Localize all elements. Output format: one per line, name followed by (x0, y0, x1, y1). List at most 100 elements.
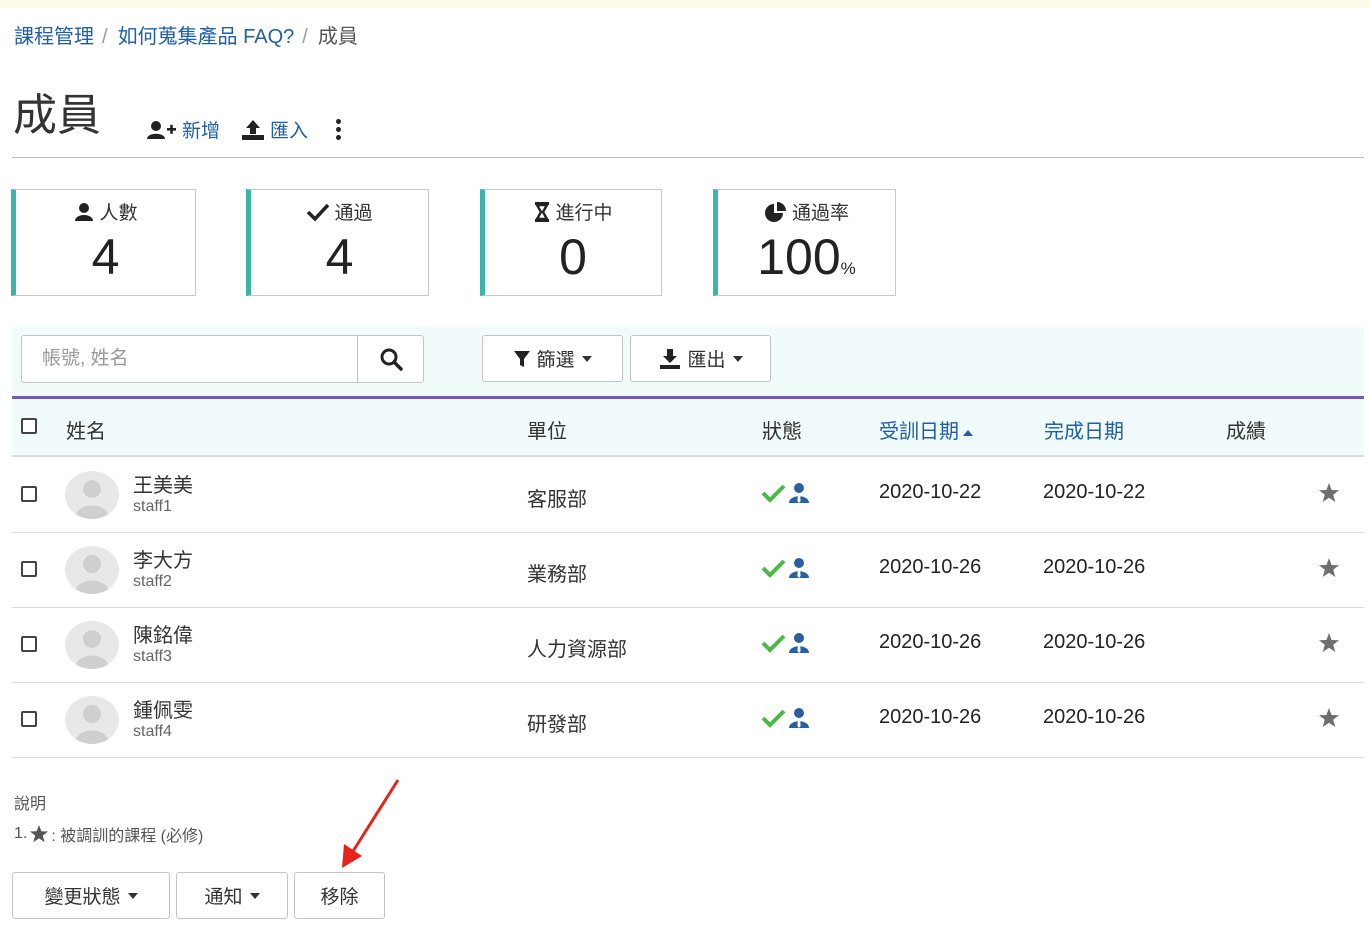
notify-button[interactable]: 通知 (176, 872, 288, 919)
notes-text: : 被調訓的課程 (必修) (51, 828, 204, 845)
breadcrumb-separator: / (302, 26, 308, 48)
user-plus-icon (147, 120, 176, 139)
member-account: staff3 (133, 648, 172, 665)
complete-date: 2020-10-22 (1043, 481, 1146, 503)
train-date: 2020-10-26 (879, 631, 982, 653)
check-icon (761, 559, 786, 578)
column-train-date[interactable]: 受訓日期 (879, 415, 973, 444)
avatar (65, 546, 119, 594)
member-account: staff2 (133, 573, 172, 590)
member-status (761, 632, 811, 654)
hourglass-icon (535, 201, 550, 222)
star-icon[interactable] (1318, 633, 1340, 653)
select-all-checkbox[interactable] (21, 418, 37, 434)
stat-label: 通過 (334, 203, 373, 224)
top-strip (0, 0, 1371, 8)
breadcrumb-separator: / (102, 26, 108, 48)
chevron-down-icon (249, 892, 260, 899)
chevron-down-icon (732, 355, 743, 362)
star-icon[interactable] (1318, 708, 1340, 728)
check-icon (761, 484, 786, 503)
train-date: 2020-10-26 (879, 556, 982, 578)
column-score: 成績 (1226, 421, 1266, 443)
breadcrumb: 課程管理 / 如何蒐集產品 FAQ? / 成員 (14, 20, 358, 49)
train-date: 2020-10-26 (879, 706, 982, 728)
member-status (761, 557, 811, 579)
more-options-icon[interactable] (336, 118, 342, 142)
column-name: 姓名 (66, 421, 106, 443)
row-checkbox[interactable] (21, 711, 37, 727)
breadcrumb-course-management[interactable]: 課程管理 (14, 26, 94, 48)
pie-chart-icon (764, 201, 786, 222)
stat-value: 4 (325, 229, 354, 285)
import-button[interactable]: 匯入 (240, 116, 308, 143)
star-icon[interactable] (1318, 558, 1340, 578)
stat-card-pass-rate: 通過率 100% (713, 189, 896, 296)
title-divider (12, 157, 1364, 158)
member-name[interactable]: 陳銘偉 (133, 619, 193, 648)
star-icon[interactable] (1318, 483, 1340, 503)
notify-label: 通知 (204, 887, 243, 908)
row-checkbox[interactable] (21, 486, 37, 502)
breadcrumb-course[interactable]: 如何蒐集產品 FAQ? (118, 26, 295, 48)
notes-prefix: 1. (14, 825, 28, 842)
member-status (761, 707, 811, 729)
check-icon (307, 203, 330, 222)
avatar (65, 621, 119, 669)
export-label: 匯出 (687, 350, 726, 371)
page-title: 成員 (13, 91, 101, 140)
change-status-button[interactable]: 變更狀態 (12, 872, 170, 919)
remove-label: 移除 (320, 887, 359, 908)
member-unit: 人力資源部 (527, 639, 627, 661)
table-row: 李大方 staff2 業務部 2020-10-26 2020-10-26 (12, 532, 1364, 608)
stat-label: 通過率 (791, 203, 849, 224)
filter-icon (514, 350, 531, 367)
stat-card-in-progress: 進行中 0 (480, 189, 662, 296)
member-name[interactable]: 鍾佩雯 (133, 694, 193, 723)
row-checkbox[interactable] (21, 561, 37, 577)
member-account: staff1 (133, 498, 172, 515)
assigned-user-icon (789, 558, 809, 578)
member-status (761, 482, 811, 504)
avatar (65, 471, 119, 519)
stat-card-count: 人數 4 (11, 189, 196, 296)
filter-label: 篩選 (536, 350, 575, 371)
complete-date: 2020-10-26 (1043, 706, 1146, 728)
stat-value: 0 (559, 229, 587, 285)
member-name[interactable]: 李大方 (133, 544, 193, 573)
export-button[interactable]: 匯出 (630, 335, 771, 382)
change-status-label: 變更狀態 (44, 887, 121, 908)
import-label: 匯入 (270, 121, 309, 142)
chevron-down-icon (581, 355, 592, 362)
avatar (65, 696, 119, 744)
table-row: 鍾佩雯 staff4 研發部 2020-10-26 2020-10-26 (12, 682, 1364, 758)
sort-asc-icon (963, 429, 973, 436)
complete-date: 2020-10-26 (1043, 631, 1146, 653)
column-complete-date[interactable]: 完成日期 (1044, 415, 1124, 444)
member-unit: 業務部 (527, 564, 587, 586)
annotation-arrow-icon (342, 779, 400, 868)
upload-icon (242, 119, 265, 140)
stat-card-passed: 通過 4 (246, 189, 429, 296)
search-button[interactable] (357, 335, 424, 383)
notes-line: 1. : 被調訓的課程 (必修) (14, 822, 203, 846)
search-input[interactable] (21, 335, 358, 383)
stat-label: 進行中 (555, 203, 613, 224)
filter-button[interactable]: 篩選 (482, 335, 623, 382)
notes-title: 說明 (14, 796, 47, 813)
row-checkbox[interactable] (21, 636, 37, 652)
add-member-button[interactable]: 新增 (146, 116, 220, 143)
assigned-user-icon (789, 633, 809, 653)
check-icon (761, 634, 786, 653)
stat-value: 100% (757, 229, 856, 285)
stat-label: 人數 (99, 203, 138, 224)
member-name[interactable]: 王美美 (133, 469, 193, 498)
member-unit: 客服部 (527, 489, 587, 511)
star-icon (30, 825, 49, 843)
assigned-user-icon (789, 483, 809, 503)
check-icon (761, 709, 786, 728)
download-icon (660, 348, 681, 369)
member-account: staff4 (133, 723, 172, 740)
search-icon (380, 348, 403, 371)
remove-button[interactable]: 移除 (294, 872, 385, 919)
